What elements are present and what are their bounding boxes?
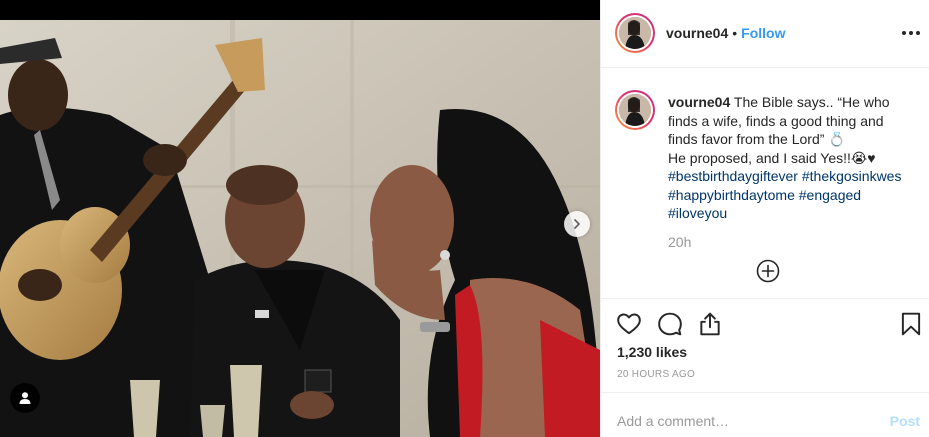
post-comment-button[interactable]: Post bbox=[890, 413, 920, 429]
top-black-bar bbox=[0, 0, 600, 20]
hashtag-link[interactable]: #engaged bbox=[799, 187, 861, 203]
author-username[interactable]: vourne04 bbox=[666, 25, 728, 41]
comment-button[interactable] bbox=[657, 311, 683, 337]
heart-icon bbox=[617, 313, 641, 335]
hashtag-link[interactable]: #happybirthdaytome bbox=[668, 187, 795, 203]
share-button[interactable] bbox=[697, 311, 723, 337]
plus-circle-icon bbox=[756, 259, 780, 283]
like-count[interactable]: 1,230 likes bbox=[617, 344, 687, 360]
save-button[interactable] bbox=[898, 311, 924, 337]
ring-emoji: 💍 bbox=[828, 131, 846, 147]
comment-input[interactable]: Add a comment… bbox=[617, 413, 729, 429]
like-button[interactable] bbox=[616, 311, 642, 337]
hashtag-link[interactable]: #iloveyou bbox=[668, 205, 727, 221]
header-text: vourne04 • Follow bbox=[666, 25, 785, 41]
add-comment-bar: Add a comment… Post bbox=[601, 392, 929, 437]
user-tag-icon bbox=[19, 392, 31, 404]
author-avatar[interactable] bbox=[615, 13, 655, 53]
post-timestamp[interactable]: 20 HOURS AGO bbox=[617, 369, 695, 380]
caption-avatar[interactable] bbox=[615, 90, 655, 130]
chevron-right-icon bbox=[574, 219, 580, 229]
emoji-group: 😭♥ bbox=[850, 149, 876, 166]
load-more-comments-button[interactable] bbox=[756, 259, 780, 283]
avatar-photo bbox=[619, 17, 651, 49]
share-icon bbox=[700, 312, 720, 336]
user-tags-button[interactable] bbox=[10, 383, 40, 413]
caption-username[interactable]: vourne04 bbox=[668, 94, 730, 110]
action-bar bbox=[601, 298, 929, 348]
post-sidebar: vourne04 • Follow vourne04 The Bible says.… bbox=[600, 0, 929, 437]
caption-timestamp[interactable]: 20h bbox=[668, 234, 691, 250]
post-photo-illustration bbox=[0, 20, 600, 437]
comment-icon bbox=[658, 312, 682, 336]
post-photo[interactable] bbox=[0, 20, 600, 437]
avatar-photo bbox=[619, 94, 651, 126]
hashtag-link[interactable]: #bestbirthdaygiftever bbox=[668, 168, 798, 184]
bookmark-icon bbox=[901, 312, 921, 336]
next-image-button[interactable] bbox=[564, 211, 590, 237]
separator-dot: • bbox=[732, 25, 738, 41]
post-header: vourne04 • Follow bbox=[601, 0, 929, 68]
comments-section: vourne04 The Bible says.. “He who finds … bbox=[601, 69, 929, 298]
caption-text-2: He proposed, and I said Yes!! bbox=[668, 149, 851, 166]
hashtag-link[interactable]: #thekgosinkwes bbox=[802, 168, 902, 184]
follow-button[interactable]: Follow bbox=[741, 25, 785, 41]
more-options-icon[interactable] bbox=[899, 23, 923, 43]
post-caption: vourne04 The Bible says.. “He who finds … bbox=[668, 93, 914, 223]
